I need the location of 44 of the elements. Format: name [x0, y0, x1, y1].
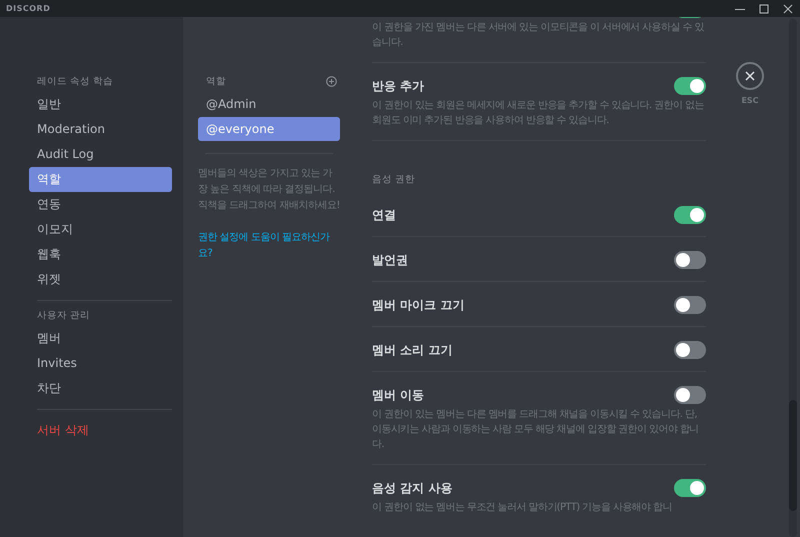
permission-title: 반응 추가 — [372, 78, 424, 94]
sidebar-item[interactable]: Moderation — [29, 117, 172, 142]
sidebar-item[interactable]: 이모지 — [29, 217, 172, 242]
toggle-switch[interactable] — [674, 479, 706, 497]
roles-header: 역할 — [206, 75, 226, 88]
scrollbar-thumb[interactable] — [789, 400, 797, 511]
permission-title: 멤버 소리 끄기 — [372, 342, 452, 358]
sidebar-item[interactable]: 일반 — [29, 92, 172, 117]
toggle-switch[interactable] — [674, 77, 706, 95]
sidebar-item[interactable]: 위젯 — [29, 267, 172, 292]
app-logo: DISCORD — [6, 4, 50, 13]
close-button[interactable] — [736, 62, 764, 90]
permission-title: 멤버 이동 — [372, 386, 424, 404]
sidebar-item[interactable]: 멤버 — [29, 326, 172, 351]
toggle-switch[interactable] — [674, 386, 706, 404]
permission-title: 발언권 — [372, 252, 408, 268]
toggle-switch[interactable] — [674, 296, 706, 314]
section-header: 음성 권한 — [372, 173, 416, 187]
permission-description: 이 권한이 있는 회원은 메세지에 새로운 반응을 추가할 수 있습니다. 권한이 없는 회원도 이미 추가된 반응을 사용하여 반응할 수 있습니다. — [372, 99, 705, 128]
role-item[interactable]: @Admin — [198, 92, 340, 116]
toggle-switch[interactable] — [674, 206, 706, 224]
roles-note: 멤버들의 색상은 가지고 있는 가장 높은 직책에 따라 결정됩니다. 직책을 드래그하여 재배치하세요! — [198, 167, 340, 213]
esc-label: ESC — [741, 96, 759, 105]
close-icon — [745, 71, 755, 81]
section-header: 레이드 속성 학습 — [36, 75, 114, 88]
permission-description: 이 권한이 있는 멤버는 다른 멤버를 드래그해 채널을 이동시킬 수 있습니다. 단, 이동시키는 사람과 이동하는 사람 모두 해당 채널에 입장할 권한이 있어야 합니다. — [372, 408, 700, 452]
permission-description: 이 권한이 없는 멤버는 무조건 눌러서 말하기(PTT) 기능을 사용해야 합니 — [372, 501, 673, 515]
close-icon[interactable] — [783, 4, 793, 14]
sidebar-item[interactable]: 웹훅 — [29, 242, 172, 267]
toggle-switch[interactable] — [674, 251, 706, 269]
maximize-icon[interactable] — [759, 4, 769, 14]
permission-title: 연결 — [372, 206, 396, 224]
help-link[interactable]: 권한 설정에 도움이 필요하신가요? — [198, 230, 340, 262]
sidebar-item[interactable]: Invites — [29, 351, 172, 376]
toggle-switch[interactable] — [674, 341, 706, 359]
permission-title: 음성 감지 사용 — [372, 480, 452, 496]
sidebar-item[interactable]: 차단 — [29, 376, 172, 401]
permission-description: 이 권한을 가진 멤버는 다른 서버에 있는 이모티콘을 이 서버에서 사용하실 수 있습니다. — [372, 21, 705, 50]
add-icon[interactable] — [326, 76, 337, 87]
permission-title: 멤버 마이크 끄기 — [372, 296, 464, 314]
delete-server-item[interactable]: 서버 삭제 — [29, 418, 172, 443]
section-header: 사용자 관리 — [36, 309, 92, 322]
sidebar-item[interactable]: Audit Log — [29, 142, 172, 167]
sidebar-item[interactable]: 연동 — [29, 192, 172, 217]
